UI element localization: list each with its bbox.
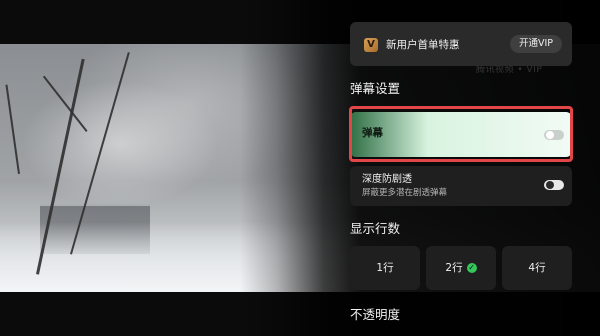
vip-icon: V [364, 38, 378, 52]
line-count-title: 显示行数 [350, 221, 401, 236]
highlight-annotation [349, 106, 573, 162]
danmaku-settings-title: 弹幕设置 [350, 81, 401, 96]
line-option-1[interactable]: 1行 [350, 246, 420, 290]
line-count-options: 1行 2行 ✓ 4行 [350, 246, 572, 290]
spoiler-protection-subtitle: 屏蔽更多潜在剧透弹幕 [362, 188, 448, 198]
settings-panel: V 新用户首单特惠 开通VIP 弹幕设置 弹幕 深度防剧透 屏蔽更多潜在剧透弹幕… [340, 0, 600, 336]
line-option-label: 1行 [376, 262, 394, 274]
open-vip-button[interactable]: 开通VIP [510, 35, 562, 53]
line-option-4[interactable]: 4行 [502, 246, 572, 290]
line-option-label: 2行 [445, 262, 463, 274]
check-icon: ✓ [466, 263, 477, 273]
line-option-label: 4行 [528, 262, 546, 274]
line-option-2-selected[interactable]: 2行 ✓ [426, 246, 496, 290]
spoiler-protection-toggle[interactable] [544, 180, 564, 190]
spoiler-protection-title: 深度防剧透 [362, 174, 412, 185]
spoiler-protection-row[interactable]: 深度防剧透 屏蔽更多潜在剧透弹幕 [350, 166, 572, 206]
vip-promo-text: 新用户首单特惠 [386, 39, 460, 51]
vip-promo-card[interactable]: V 新用户首单特惠 开通VIP [350, 22, 572, 66]
opacity-title: 不透明度 [350, 307, 401, 322]
tv-screen: 腾讯视频 • VIP V 新用户首单特惠 开通VIP 弹幕设置 弹幕 深度防剧透… [0, 0, 600, 336]
